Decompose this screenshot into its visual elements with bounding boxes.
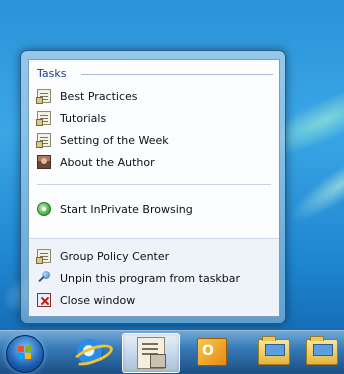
separator	[37, 184, 271, 185]
task-label: Tutorials	[60, 111, 107, 125]
document-icon	[36, 133, 51, 148]
windows-flag-icon	[18, 346, 32, 360]
start-button[interactable]	[6, 335, 44, 373]
section-header-divider	[81, 74, 273, 75]
tasks-section-header: Tasks	[37, 67, 67, 80]
taskbar-windows-explorer[interactable]	[246, 333, 302, 371]
taskbar-group-policy-center[interactable]	[122, 333, 180, 373]
taskbar-documents[interactable]	[300, 333, 344, 371]
jump-list: Tasks Best Practices Tutorials Setting o…	[20, 50, 286, 324]
jump-list-panel: Tasks Best Practices Tutorials Setting o…	[28, 59, 280, 317]
close-window-icon	[37, 293, 51, 307]
app-actions-area: Group Policy Center Unpin this program f…	[29, 238, 279, 316]
close-window-item[interactable]: Close window	[37, 290, 267, 310]
action-label: Unpin this program from taskbar	[60, 271, 241, 285]
inprivate-icon	[37, 202, 51, 216]
task-label: Best Practices	[60, 89, 138, 103]
action-label: Close window	[60, 293, 136, 307]
author-photo-icon	[37, 155, 51, 169]
task-label: Setting of the Week	[60, 133, 169, 147]
internet-explorer-icon	[77, 339, 103, 365]
task-tutorials[interactable]: Tutorials	[36, 108, 267, 128]
task-label: About the Author	[60, 155, 155, 169]
folder-icon	[306, 336, 338, 365]
taskbar-outlook[interactable]	[184, 333, 240, 371]
group-policy-center-item[interactable]: Group Policy Center	[36, 246, 267, 266]
taskbar	[0, 330, 344, 374]
action-label: Group Policy Center	[60, 249, 170, 263]
unpin-from-taskbar-item[interactable]: Unpin this program from taskbar	[37, 268, 267, 288]
outlook-icon	[197, 338, 227, 366]
document-icon	[36, 89, 51, 104]
document-icon	[36, 111, 51, 126]
group-policy-icon	[137, 337, 166, 369]
unpin-icon	[37, 271, 51, 285]
start-inprivate-browsing[interactable]: Start InPrivate Browsing	[37, 199, 267, 219]
task-best-practices[interactable]: Best Practices	[36, 86, 267, 106]
document-icon	[36, 249, 51, 264]
task-about-the-author[interactable]: About the Author	[37, 152, 267, 172]
taskbar-internet-explorer[interactable]	[62, 333, 118, 371]
task-label: Start InPrivate Browsing	[60, 202, 193, 216]
folder-icon	[258, 336, 290, 365]
task-setting-of-the-week[interactable]: Setting of the Week	[36, 130, 267, 150]
